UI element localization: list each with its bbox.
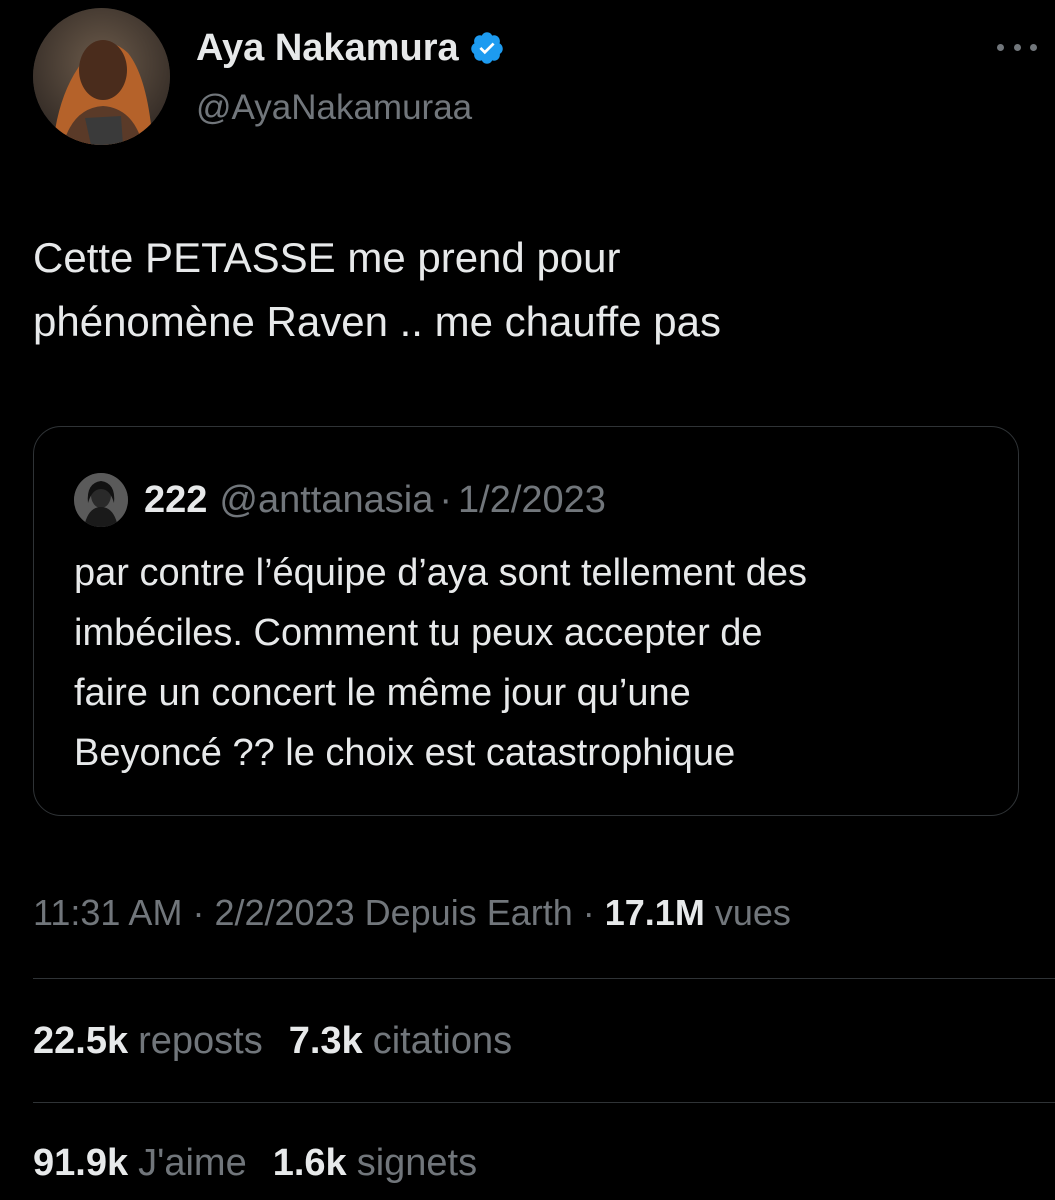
divider [33,978,1055,979]
more-dots-icon [1013,43,1021,51]
author-name[interactable]: Aya Nakamura [196,26,459,70]
author-handle[interactable]: @AyaNakamuraa [196,86,472,130]
reposts-count: 22.5k [33,1020,129,1062]
quotes-stat[interactable]: 7.3k citations [289,1016,512,1066]
reposts-label: reposts [138,1020,263,1062]
quoted-tweet-header: 222 @anttanasia · 1/2/2023 [74,473,606,527]
more-dots-icon [1030,43,1037,51]
quoted-tweet-text: par contre l’équipe d’aya sont tellement… [74,552,808,774]
tweet-text: Cette PETASSE me prend pour phénomène Ra… [33,234,722,345]
tweet-date[interactable]: 2/2/2023 [214,892,354,933]
reposts-stat[interactable]: 22.5k reposts [33,1016,263,1066]
quoted-avatar-image [74,473,128,527]
quoted-tweet-card[interactable]: 222 @anttanasia · 1/2/2023 par contre l’… [33,426,1019,816]
views-label: vues [714,892,791,933]
more-options-button[interactable] [997,32,1037,62]
tweet-source: Depuis Earth [364,892,573,933]
quotes-count: 7.3k [288,1020,363,1062]
quoted-author-handle[interactable]: @anttanasia [219,475,433,525]
author-avatar[interactable] [33,8,170,145]
author-avatar-image [33,8,170,145]
tweet-meta-row: 11:31 AM · 2/2/2023 Depuis Earth · 17.1M… [33,888,791,938]
bookmarks-count: 1.6k [272,1142,347,1184]
quoted-separator: · [439,479,452,521]
likes-label: J'aime [138,1142,247,1184]
tweet-time[interactable]: 11:31 AM [33,892,182,933]
verified-badge-icon [470,32,503,64]
views-count: 17.1M [604,892,705,933]
quoted-author-avatar[interactable] [74,473,128,527]
likes-count: 91.9k [33,1142,129,1184]
stats-row-reposts: 22.5k reposts 7.3k citations [33,1016,538,1066]
stats-row-likes: 91.9k J'aime 1.6k signets [33,1138,503,1188]
bookmarks-label: signets [356,1142,478,1184]
likes-stat[interactable]: 91.9k J'aime [33,1138,247,1188]
quotes-label: citations [372,1020,513,1062]
bookmarks-stat[interactable]: 1.6k signets [273,1138,477,1188]
more-dots-icon [997,43,1004,51]
meta-separator: · [582,892,595,933]
meta-separator: · [192,892,205,933]
quoted-author-name[interactable]: 222 [144,475,207,525]
quoted-date[interactable]: 1/2/2023 [458,475,606,525]
author-name-row[interactable]: Aya Nakamura [196,26,505,70]
divider [33,1102,1055,1103]
